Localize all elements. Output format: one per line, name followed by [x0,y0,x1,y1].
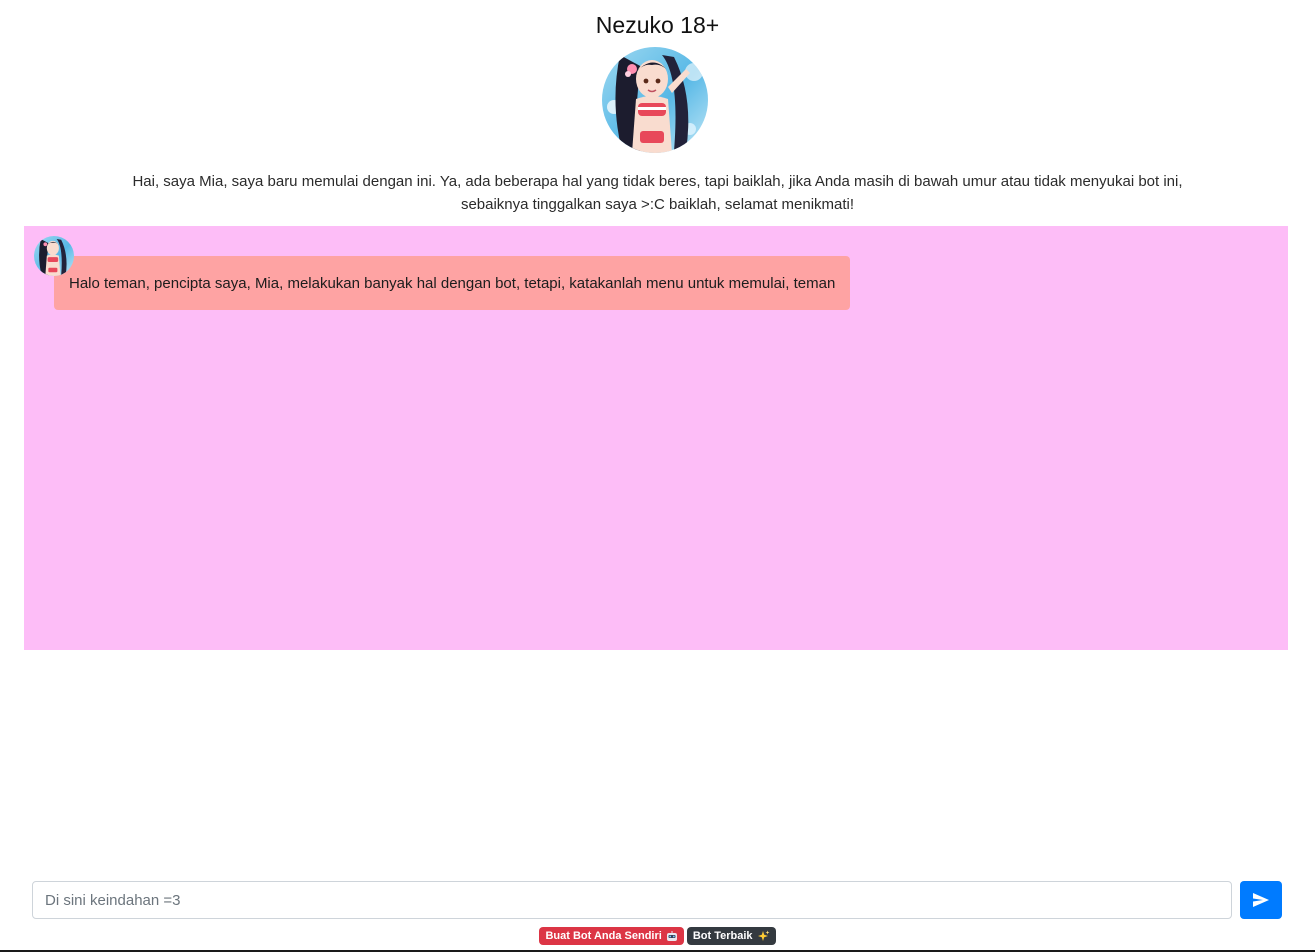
robot-icon [666,931,677,941]
send-icon [1253,893,1269,907]
bot-message-bubble: Halo teman, pencipta saya, Mia, melakuka… [54,256,851,310]
best-bot-badge[interactable]: Bot Terbaik [686,927,776,945]
send-button[interactable] [1240,881,1282,919]
create-bot-badge[interactable]: Buat Bot Anda Sendiri [539,927,684,945]
chat-area[interactable]: Halo teman, pencipta saya, Mia, melakuka… [24,226,1288,650]
chat-page: Nezuko 18+ Hai, saya Mia, saya baru memu… [0,0,1315,952]
create-bot-label: Buat Bot Anda Sendiri [545,930,662,942]
message-input[interactable] [32,881,1232,919]
message-composer [32,881,1282,919]
sparkles-icon [757,930,770,941]
bot-avatar [602,47,708,153]
best-bot-label: Bot Terbaik [692,930,753,942]
footer-badges: Buat Bot Anda Sendiri Bot Terbaik [0,927,1315,945]
bot-description: Hai, saya Mia, saya baru memulai dengan … [132,173,1183,213]
page-title: Nezuko 18+ [595,12,720,38]
message-avatar [34,236,74,276]
